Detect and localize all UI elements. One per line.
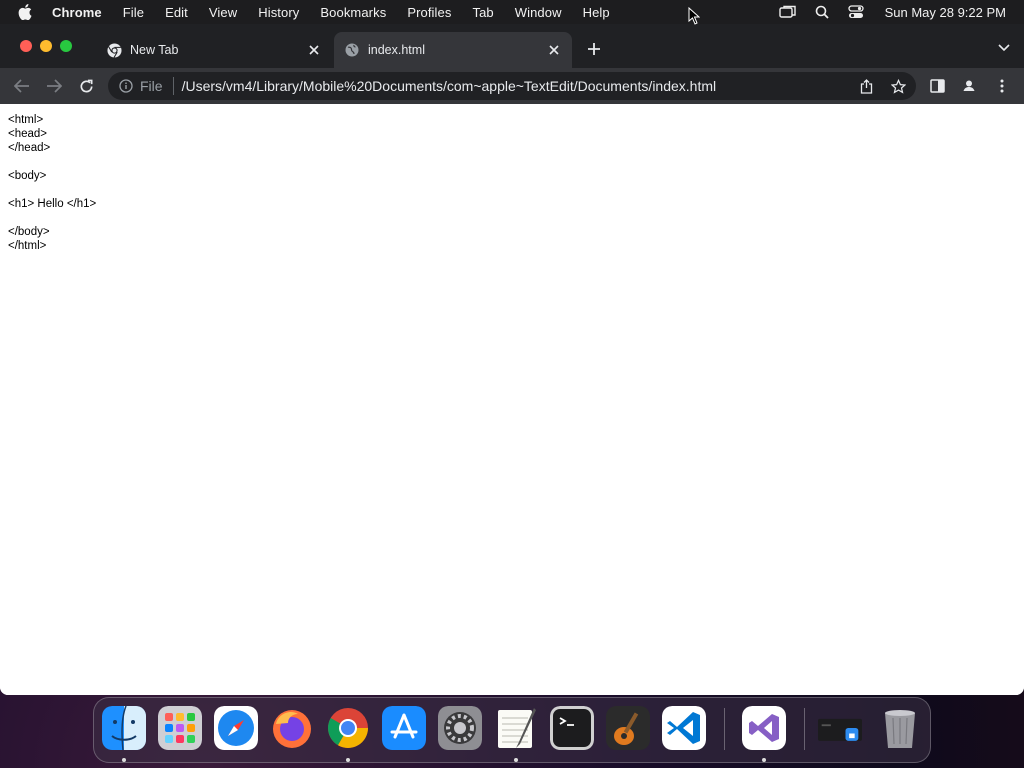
dock-finder-icon[interactable] <box>102 706 146 750</box>
tab-new-tab[interactable]: New Tab <box>96 32 332 68</box>
spotlight-search-icon[interactable] <box>813 4 831 20</box>
dock-separator <box>804 708 805 750</box>
menu-bookmarks[interactable]: Bookmarks <box>320 5 386 20</box>
chrome-window: New Tab index.html File /Users/vm4/Libra… <box>0 24 1024 695</box>
control-center-icon[interactable] <box>847 4 865 20</box>
dock-safari-icon[interactable] <box>214 706 258 750</box>
window-close-button[interactable] <box>20 40 32 52</box>
dock-terminal-icon[interactable] <box>550 706 594 750</box>
tab-title: index.html <box>368 43 425 57</box>
bookmark-star-icon[interactable] <box>890 78 906 94</box>
tab-search-chevron-down-icon[interactable] <box>996 40 1012 56</box>
globe-icon <box>344 42 360 58</box>
menu-view[interactable]: View <box>209 5 237 20</box>
menu-bar-status-area: Sun May 28 9:22 PM <box>778 0 1006 24</box>
dock-migration-assistant-icon[interactable] <box>818 706 862 750</box>
tab-strip: New Tab index.html <box>0 24 1024 68</box>
more-menu-kebab-icon[interactable] <box>992 76 1012 96</box>
dock-system-settings-icon[interactable] <box>438 706 482 750</box>
menu-edit[interactable]: Edit <box>165 5 188 20</box>
back-arrow-icon[interactable] <box>12 76 32 96</box>
menu-window[interactable]: Window <box>515 5 562 20</box>
window-controls <box>20 40 72 52</box>
tab-index-html[interactable]: index.html <box>334 32 572 68</box>
page-content: <html> <head> </head> <body> <h1> Hello … <box>0 104 1024 695</box>
window-minimize-button[interactable] <box>40 40 52 52</box>
profile-avatar-icon[interactable] <box>959 76 979 96</box>
site-info-icon[interactable] <box>118 78 134 94</box>
running-indicator <box>346 758 350 762</box>
reload-icon[interactable] <box>76 76 96 96</box>
tab-close-icon[interactable] <box>546 42 562 58</box>
menu-app-chrome[interactable]: Chrome <box>52 5 102 20</box>
address-bar[interactable]: File /Users/vm4/Library/Mobile%20Documen… <box>108 72 916 100</box>
tab-title: New Tab <box>130 43 179 57</box>
share-icon[interactable] <box>858 78 874 94</box>
menu-profiles[interactable]: Profiles <box>407 5 451 20</box>
forward-arrow-icon[interactable] <box>44 76 64 96</box>
dock-firefox-icon[interactable] <box>270 706 314 750</box>
menu-history[interactable]: History <box>258 5 299 20</box>
dock-separator <box>724 708 725 750</box>
dock-textedit-icon[interactable] <box>494 706 538 750</box>
macos-menu-bar: Chrome File Edit View History Bookmarks … <box>0 0 1024 24</box>
menu-help[interactable]: Help <box>583 5 610 20</box>
window-maximize-button[interactable] <box>60 40 72 52</box>
running-indicator <box>514 758 518 762</box>
dock-trash-icon[interactable] <box>878 706 922 750</box>
dock-app-store-icon[interactable] <box>382 706 426 750</box>
apple-icon[interactable] <box>18 4 32 20</box>
macos-dock <box>93 697 931 763</box>
url-scheme-label: File <box>140 78 163 94</box>
browser-toolbar: File /Users/vm4/Library/Mobile%20Documen… <box>0 68 1024 104</box>
side-panel-icon[interactable] <box>927 76 947 96</box>
dock-launchpad-icon[interactable] <box>158 706 202 750</box>
url-text[interactable]: /Users/vm4/Library/Mobile%20Documents/co… <box>182 78 717 94</box>
running-indicator <box>122 758 126 762</box>
menu-tab[interactable]: Tab <box>472 5 493 20</box>
html-source-text: <html> <head> </head> <body> <h1> Hello … <box>8 114 97 252</box>
new-tab-plus-icon[interactable] <box>584 39 604 59</box>
screen-mirroring-icon[interactable] <box>778 4 797 20</box>
mouse-cursor-icon <box>688 6 701 25</box>
dock-garageband-icon[interactable] <box>606 706 650 750</box>
chrome-icon <box>106 42 122 58</box>
dock-vscode-icon[interactable] <box>662 706 706 750</box>
dock-chrome-icon[interactable] <box>326 706 370 750</box>
tab-close-icon[interactable] <box>306 42 322 58</box>
menu-file[interactable]: File <box>123 5 144 20</box>
address-divider <box>172 77 174 95</box>
dock-visual-studio-icon[interactable] <box>742 706 786 750</box>
running-indicator <box>762 758 766 762</box>
menu-bar-clock[interactable]: Sun May 28 9:22 PM <box>885 5 1006 20</box>
